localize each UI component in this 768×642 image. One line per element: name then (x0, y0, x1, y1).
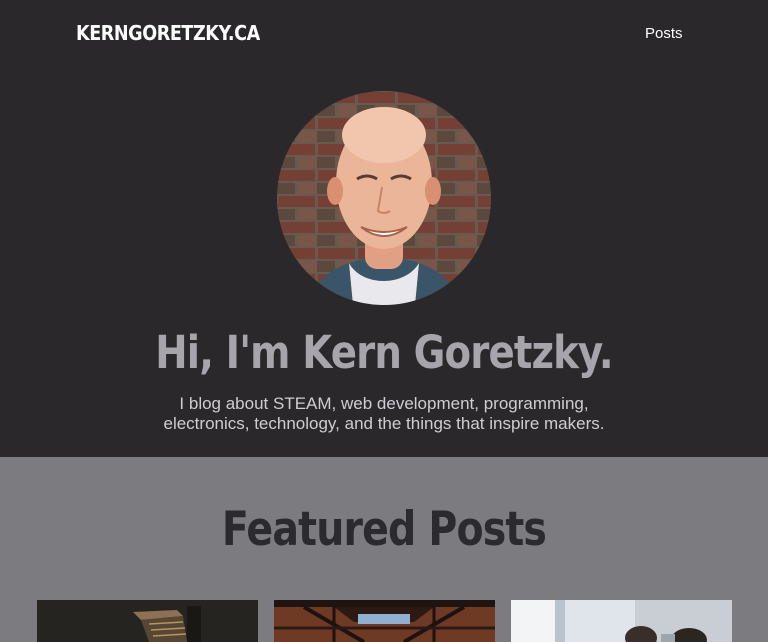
hero-tagline-line-1: I blog about STEAM, web development, pro… (179, 394, 589, 413)
author-avatar (277, 91, 491, 305)
hero-heading: Hi, I'm Kern Goretzky. (155, 326, 613, 379)
hero-section: KERNGORETZKY.CA Posts Hi, I'm Kern Goret… (0, 0, 768, 457)
page: KERNGORETZKY.CA Posts Hi, I'm Kern Goret… (0, 0, 768, 642)
site-title-link[interactable]: KERNGORETZKY.CA (76, 21, 260, 45)
featured-post-card-3[interactable] (511, 600, 732, 642)
hero-tagline: I blog about STEAM, web development, pro… (0, 394, 768, 434)
featured-post-image-2 (274, 600, 495, 642)
featured-posts-heading: Featured Posts (221, 502, 547, 557)
featured-post-card-2[interactable] (274, 600, 495, 642)
nav-link-posts[interactable]: Posts (645, 25, 683, 42)
hero-tagline-line-2: electronics, technology, and the things … (163, 414, 605, 433)
featured-post-card-1[interactable] (37, 600, 258, 642)
featured-posts-section: Featured Posts (0, 457, 768, 642)
featured-post-image-3 (511, 600, 732, 642)
featured-post-image-1 (37, 600, 258, 642)
